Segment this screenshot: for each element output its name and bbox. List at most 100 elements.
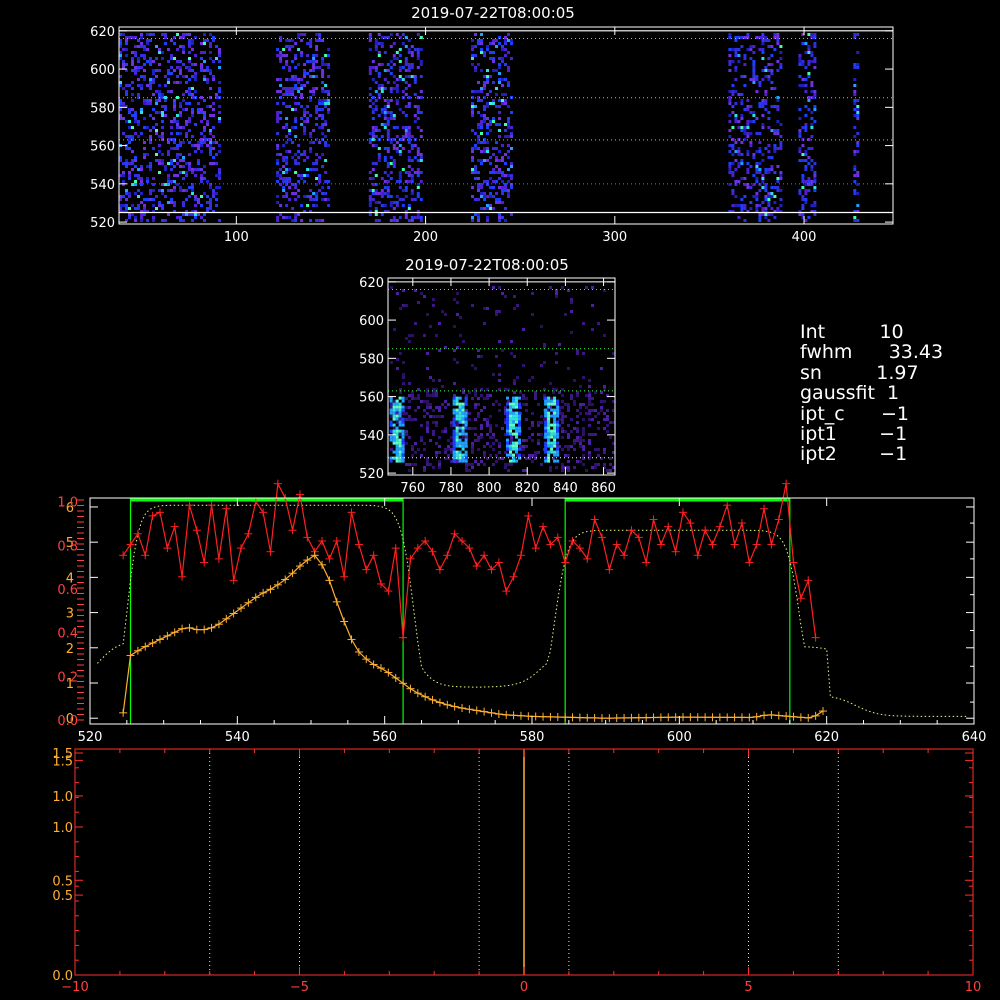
heatmap-cell <box>324 105 328 108</box>
heatmap-cell <box>764 69 768 72</box>
heatmap-cell <box>324 180 328 183</box>
heatmap-cell <box>450 448 453 451</box>
heatmap-cell <box>755 78 759 81</box>
heatmap-cell <box>404 216 408 219</box>
heatmap-cell <box>755 150 759 153</box>
heatmap-cell <box>752 78 756 81</box>
heatmap-cell <box>158 51 161 54</box>
heatmap-cell <box>294 153 298 156</box>
heatmap-cell <box>285 126 289 129</box>
heatmap-cell <box>509 414 512 418</box>
heatmap-cell <box>507 126 510 129</box>
heatmap-cell <box>371 132 375 135</box>
heatmap-cell <box>303 195 307 198</box>
heatmap-cell <box>515 447 518 451</box>
heatmap-cell <box>194 150 197 153</box>
heatmap-cell <box>779 141 783 144</box>
heatmap-cell <box>282 93 286 96</box>
heatmap-cell <box>561 448 564 451</box>
heatmap-cell <box>146 84 149 87</box>
heatmap-cell <box>576 427 579 430</box>
heatmap-cell <box>474 460 477 463</box>
heatmap-cell <box>525 457 528 460</box>
heatmap-cell <box>167 177 170 180</box>
heatmap-cell <box>131 81 134 84</box>
heatmap-cell <box>543 343 546 346</box>
y-tick-label: 580 <box>90 101 115 116</box>
heatmap-cell <box>398 441 402 445</box>
heatmap-cell <box>807 60 811 63</box>
orange-point <box>590 713 599 722</box>
heatmap-cell <box>477 189 480 192</box>
heatmap-cell <box>131 135 134 138</box>
heatmap-cell <box>285 159 289 162</box>
heatmap-cell <box>464 396 468 400</box>
heatmap-cell <box>804 159 808 162</box>
red-point <box>539 522 548 531</box>
heatmap-cell <box>377 219 381 222</box>
heatmap-cell <box>306 195 310 198</box>
heatmap-cell <box>125 54 128 57</box>
heatmap-cell <box>140 33 143 36</box>
heatmap-cell <box>779 198 783 201</box>
heatmap-cell <box>471 364 474 367</box>
heatmap-cell <box>194 168 197 171</box>
heatmap-cell <box>203 99 206 102</box>
heatmap-cell <box>386 102 390 105</box>
heatmap-cell <box>137 120 140 123</box>
heatmap-cell <box>297 174 301 177</box>
heatmap-cell <box>461 420 465 424</box>
heatmap-cell <box>137 135 140 138</box>
heatmap-cell <box>327 111 331 114</box>
heatmap-cell <box>468 391 471 394</box>
red-point <box>509 572 518 581</box>
heatmap-cell <box>432 379 435 382</box>
heatmap-cell <box>458 408 462 412</box>
heatmap-cell <box>492 436 495 439</box>
red-point <box>207 501 216 510</box>
heatmap-cell <box>218 111 221 114</box>
heatmap-cell <box>743 57 747 60</box>
heatmap-cell <box>743 219 747 222</box>
heatmap-cell <box>853 78 857 81</box>
heatmap-cell <box>813 162 817 165</box>
heatmap-cell <box>423 448 426 451</box>
info-label: ipt_c <box>800 402 845 425</box>
heatmap-cell <box>810 159 814 162</box>
red-point <box>723 501 732 510</box>
heatmap-cell <box>419 111 423 114</box>
heatmap-cell <box>452 411 456 415</box>
heatmap-cell <box>734 204 738 207</box>
left-tick-label: 0.4 <box>57 627 78 642</box>
heatmap-cell <box>303 111 307 114</box>
heatmap-cell <box>179 171 182 174</box>
heatmap-cell <box>300 105 304 108</box>
heatmap-cell <box>471 105 474 108</box>
heatmap-cell <box>416 171 420 174</box>
heatmap-cell <box>486 397 489 400</box>
heatmap-cell <box>582 427 585 430</box>
heatmap-cell <box>407 66 411 69</box>
heatmap-cell <box>776 36 780 39</box>
heatmap-cell <box>402 304 405 307</box>
heatmap-cell <box>556 435 560 439</box>
heatmap-cell <box>423 295 426 298</box>
heatmap-cell <box>746 135 750 138</box>
heatmap-cell <box>416 159 420 162</box>
heatmap-cell <box>312 204 316 207</box>
y-tick-label: 1.5 <box>52 754 73 769</box>
heatmap-cell <box>458 396 462 400</box>
heatmap-cell <box>498 409 501 412</box>
heatmap-cell <box>798 117 802 120</box>
heatmap-cell <box>131 63 134 66</box>
heatmap-cell <box>203 135 206 138</box>
heatmap-cell <box>404 75 408 78</box>
heatmap-cell <box>743 207 747 210</box>
heatmap-cell <box>393 400 396 403</box>
heatmap-cell <box>522 439 525 442</box>
heatmap-cell <box>312 198 316 201</box>
heatmap-cell <box>553 438 557 442</box>
heatmap-cell <box>125 219 128 222</box>
heatmap-cell <box>537 442 540 445</box>
heatmap-cell <box>464 456 468 460</box>
